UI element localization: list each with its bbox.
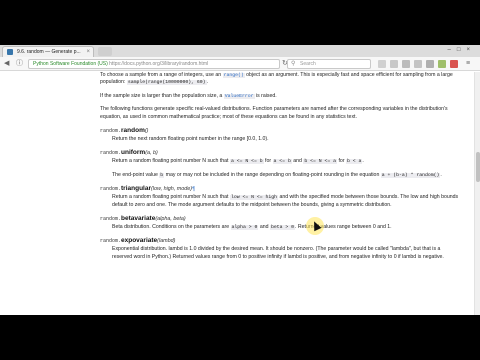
text: and bbox=[291, 158, 304, 165]
signature-betavariate: random.betavariate(alpha, beta) bbox=[100, 215, 474, 222]
url-text: https://docs.python.org/3/library/random… bbox=[109, 61, 209, 67]
minimize-icon[interactable]: – bbox=[448, 47, 457, 53]
info-icon[interactable]: ⓘ bbox=[16, 60, 23, 68]
text: . bbox=[206, 79, 209, 86]
function-name: betavariate bbox=[121, 215, 156, 223]
addon-red-icon[interactable] bbox=[450, 60, 458, 68]
signature-triangular: random.triangular(low, high, mode)¶ bbox=[100, 185, 474, 192]
text: . bbox=[440, 171, 442, 178]
functions-intro-paragraph: The following functions generate specifi… bbox=[100, 106, 448, 120]
search-placeholder: Search bbox=[300, 61, 316, 67]
function-name: random bbox=[121, 127, 145, 135]
video-frame: 9.6. random — Generate p... × –□× ◀ ⓘ Py… bbox=[0, 0, 480, 360]
module-prefix: random. bbox=[100, 238, 122, 245]
window-close-icon[interactable]: × bbox=[466, 47, 476, 53]
module-prefix: random. bbox=[100, 216, 122, 223]
text: To choose a sample from a range of integ… bbox=[100, 72, 223, 78]
text: The end-point value bbox=[112, 171, 160, 178]
inline-code: b <= N <= a bbox=[303, 159, 338, 165]
function-args: (lambd) bbox=[157, 238, 176, 245]
inline-code: sample(range(10000000), 60) bbox=[126, 80, 207, 86]
inline-code: beta > 0 bbox=[269, 225, 296, 231]
permalink-icon[interactable]: ¶ bbox=[192, 186, 195, 192]
sample-error-paragraph: If the sample size is larger than the po… bbox=[100, 93, 460, 100]
function-name: expovariate bbox=[121, 237, 158, 245]
function-name: uniform bbox=[121, 149, 146, 157]
function-args: () bbox=[144, 128, 149, 135]
inline-code: a <= N <= b bbox=[229, 159, 264, 165]
text: for bbox=[337, 158, 346, 165]
inline-code: a + (b-a) * random() bbox=[380, 172, 441, 178]
text: may or may not be included in the range … bbox=[164, 171, 381, 178]
random-description: Return the next random floating point nu… bbox=[112, 136, 269, 143]
betavariate-description: Beta distribution. Conditions on the par… bbox=[112, 224, 460, 231]
text: Beta distribution. Conditions on the par… bbox=[112, 224, 231, 231]
search-icon: ⚲ bbox=[291, 61, 296, 67]
inline-code: low <= N <= high bbox=[229, 195, 278, 201]
text: If the sample size is larger than the po… bbox=[100, 92, 224, 99]
triangular-description: Return a random floating point number N … bbox=[112, 194, 460, 209]
back-icon[interactable]: ◀ bbox=[4, 60, 9, 68]
module-prefix: random. bbox=[100, 150, 122, 157]
doc-content: To choose a sample from a range of integ… bbox=[0, 72, 474, 315]
home-icon[interactable] bbox=[414, 60, 422, 68]
site-identity: Python Software Foundation (US) bbox=[33, 61, 108, 67]
text: is raised. bbox=[254, 92, 277, 99]
menu-icon[interactable]: ≡ bbox=[466, 60, 470, 68]
signature-random: random.random() bbox=[100, 127, 474, 134]
module-prefix: random. bbox=[100, 186, 122, 193]
navigation-bar: ◀ ⓘ Python Software Foundation (US) http… bbox=[0, 57, 480, 71]
inline-code: alpha > 0 bbox=[230, 225, 259, 231]
expovariate-description: Exponential distribution. lambd is 1.0 d… bbox=[112, 246, 444, 260]
module-prefix: random. bbox=[100, 128, 122, 135]
function-name: triangular bbox=[121, 185, 151, 193]
uniform-endpoint-note: The end-point value b may or may not be … bbox=[112, 172, 460, 179]
addon-icon[interactable] bbox=[438, 60, 446, 68]
signature-uniform: random.uniform(a, b) bbox=[100, 149, 474, 156]
range-link[interactable]: range() bbox=[222, 73, 245, 78]
close-icon[interactable]: × bbox=[86, 47, 90, 57]
signature-expovariate: random.expovariate(lambd) bbox=[100, 237, 474, 244]
text: Return a random floating point number N … bbox=[112, 194, 230, 201]
function-args: (alpha, beta) bbox=[155, 216, 186, 223]
sample-range-paragraph: To choose a sample from a range of integ… bbox=[100, 72, 460, 87]
sync-icon[interactable] bbox=[426, 60, 434, 68]
tab-random-docs[interactable]: 9.6. random — Generate p... × bbox=[2, 46, 94, 57]
search-input[interactable]: ⚲ Search bbox=[287, 59, 371, 69]
uniform-description: Return a random floating point number N … bbox=[112, 158, 460, 165]
tab-title: 9.6. random — Generate p... bbox=[17, 49, 81, 55]
text: and bbox=[258, 224, 270, 231]
text: for bbox=[263, 158, 273, 165]
bookmark-star-icon[interactable] bbox=[378, 60, 386, 68]
tab-strip: 9.6. random — Generate p... × –□× bbox=[0, 45, 480, 57]
text: . bbox=[362, 158, 364, 165]
text: Return a random floating point number N … bbox=[112, 158, 230, 165]
download-icon[interactable] bbox=[402, 60, 410, 68]
browser-window: 9.6. random — Generate p... × –□× ◀ ⓘ Py… bbox=[0, 45, 480, 315]
address-bar[interactable]: Python Software Foundation (US) https://… bbox=[28, 59, 280, 69]
reading-list-icon[interactable] bbox=[390, 60, 398, 68]
new-tab-button[interactable] bbox=[98, 47, 112, 56]
function-args: (a, b) bbox=[145, 150, 158, 157]
inline-code: b < a bbox=[345, 159, 363, 165]
window-controls: –□× bbox=[448, 45, 476, 56]
python-favicon-icon bbox=[7, 49, 13, 55]
scrollbar-thumb[interactable] bbox=[476, 152, 480, 182]
valueerror-link[interactable]: ValueError bbox=[223, 93, 255, 99]
inline-code: a <= b bbox=[272, 159, 292, 165]
page-scrollbar[interactable] bbox=[474, 72, 480, 315]
function-args: (low, high, mode) bbox=[151, 186, 193, 193]
